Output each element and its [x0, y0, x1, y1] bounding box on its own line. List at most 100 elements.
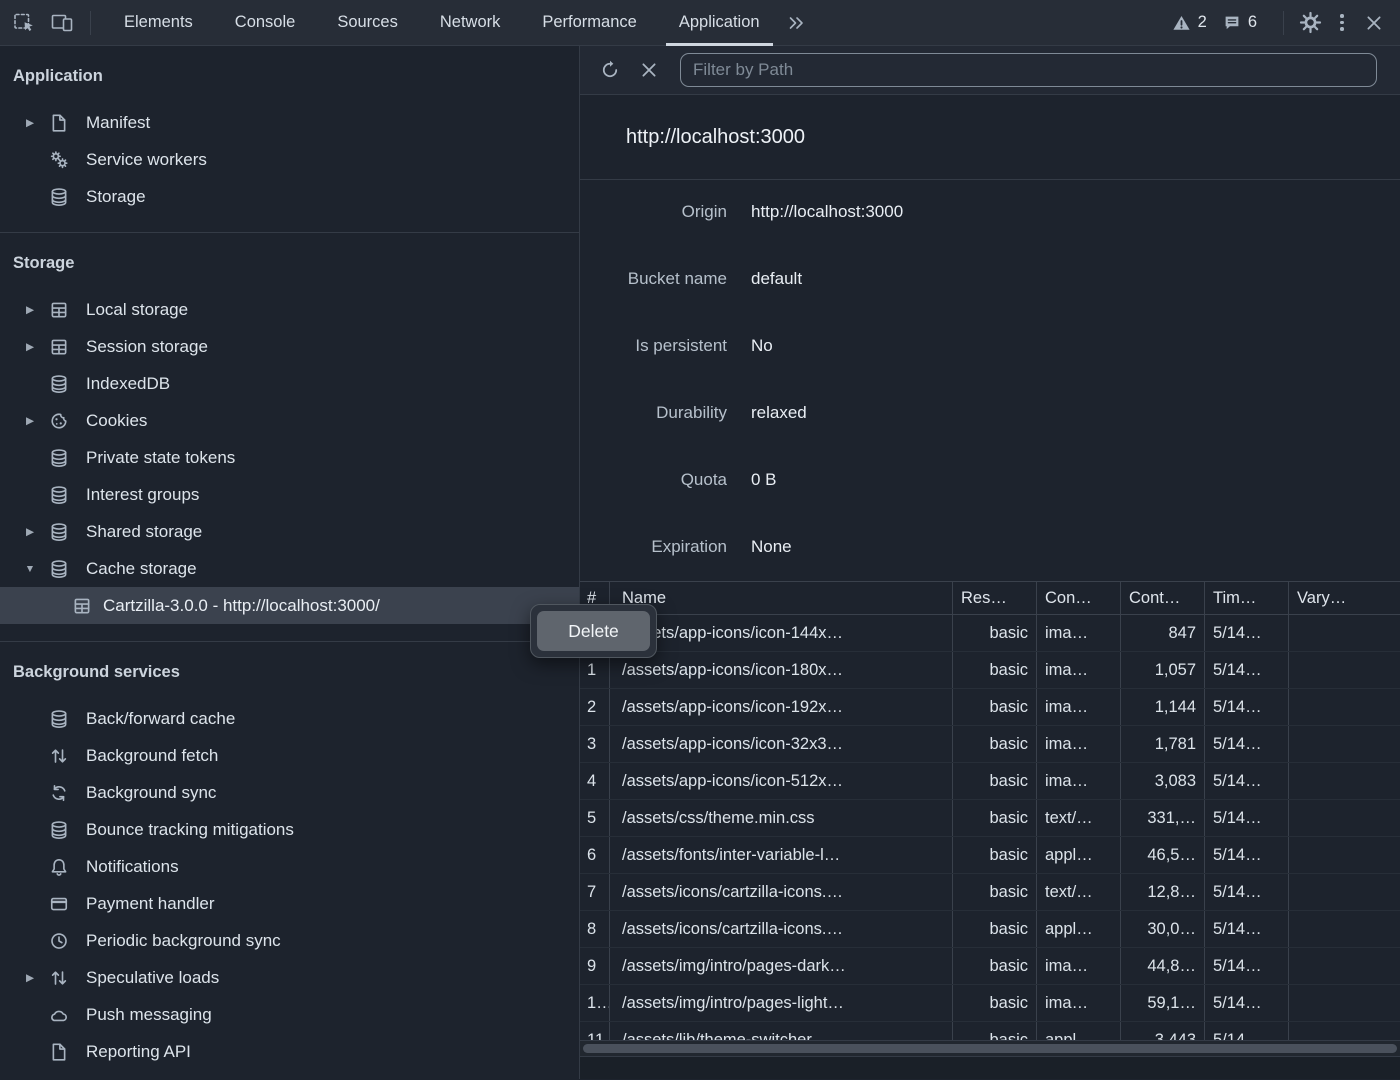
tab-console[interactable]: Console [214, 0, 317, 46]
expander-collapsed-icon[interactable]: ▶ [22, 415, 38, 427]
table-row[interactable]: 8/assets/icons/cartzilla-icons.…basicapp… [580, 911, 1400, 948]
column-header-time-cached[interactable]: Tim… [1205, 582, 1289, 614]
more-tabs-icon[interactable] [781, 7, 813, 39]
sidebar-item-periodic-background-sync[interactable]: Periodic background sync [0, 922, 579, 959]
device-toolbar-icon[interactable] [46, 7, 78, 39]
sidebar-item-interest-groups[interactable]: Interest groups [0, 476, 579, 513]
sidebar-item-session-storage[interactable]: ▶ Session storage [0, 328, 579, 365]
section-title: Storage [0, 249, 579, 277]
clock-icon [49, 931, 69, 951]
credit-card-icon [49, 894, 69, 914]
datagrid-icon [49, 337, 69, 357]
detail-row-is-persistent: Is persistent No [580, 326, 1400, 393]
expander-expanded-icon[interactable]: ▼ [22, 563, 38, 575]
settings-gear-icon[interactable] [1294, 7, 1326, 39]
expander-collapsed-icon[interactable]: ▶ [22, 304, 38, 316]
column-header-content-length[interactable]: Cont… [1121, 582, 1205, 614]
expander-collapsed-icon[interactable]: ▶ [22, 117, 38, 129]
devtools-window: Elements Console Sources Network Perform… [0, 0, 1400, 1080]
sidebar-item-speculative-loads[interactable]: ▶ Speculative loads [0, 959, 579, 996]
devtools-toolbar: Elements Console Sources Network Perform… [0, 0, 1400, 46]
inspect-element-icon[interactable] [8, 7, 40, 39]
panel-tabs: Elements Console Sources Network Perform… [103, 0, 781, 46]
up-down-arrows-icon [49, 746, 69, 766]
sync-icon [49, 783, 69, 803]
sidebar-item-indexeddb[interactable]: IndexedDB [0, 365, 579, 402]
delete-menu-item[interactable]: Delete [537, 611, 650, 651]
preview-pane [580, 1056, 1400, 1079]
expander-collapsed-icon[interactable]: ▶ [22, 526, 38, 538]
table-row[interactable]: 6/assets/fonts/inter-variable-l…basicapp… [580, 837, 1400, 874]
sidebar-item-background-fetch[interactable]: Background fetch [0, 737, 579, 774]
warnings-counter[interactable]: 2 [1172, 13, 1207, 32]
sidebar-item-manifest[interactable]: ▶ Manifest [0, 104, 579, 141]
database-icon [49, 522, 69, 542]
sidebar-item-cookies[interactable]: ▶ Cookies [0, 402, 579, 439]
sidebar-item-back-forward-cache[interactable]: Back/forward cache [0, 700, 579, 737]
database-icon [49, 820, 69, 840]
datagrid-icon [49, 300, 69, 320]
table-row[interactable]: 9/assets/img/intro/pages-dark…basicima…4… [580, 948, 1400, 985]
sidebar-item-service-workers[interactable]: Service workers [0, 141, 579, 178]
close-icon[interactable] [1358, 7, 1390, 39]
detail-row-origin: Origin http://localhost:3000 [580, 192, 1400, 259]
database-icon [49, 374, 69, 394]
detail-row-bucket-name: Bucket name default [580, 259, 1400, 326]
sidebar-item-push-messaging[interactable]: Push messaging [0, 996, 579, 1033]
cache-entries-table: # Name Res… Con… Cont… Tim… Vary… 0/asse… [580, 581, 1400, 1040]
table-row[interactable]: 3/assets/app-icons/icon-32x3…basicima…1,… [580, 726, 1400, 763]
database-icon [49, 448, 69, 468]
sidebar-item-local-storage[interactable]: ▶ Local storage [0, 291, 579, 328]
database-icon [49, 559, 69, 579]
table-row[interactable]: 0/assets/app-icons/icon-144x…basicima…84… [580, 615, 1400, 652]
filter-by-path-input[interactable] [680, 53, 1377, 87]
sidebar-section-background-services: Background services Back/forward cache B… [0, 642, 579, 1079]
sidebar-item-payment-handler[interactable]: Payment handler [0, 885, 579, 922]
database-icon [49, 485, 69, 505]
gears-icon [49, 150, 69, 170]
horizontal-scrollbar[interactable] [580, 1040, 1400, 1056]
column-header-content-type[interactable]: Con… [1037, 582, 1121, 614]
tab-network[interactable]: Network [419, 0, 522, 46]
kebab-menu-icon[interactable] [1326, 7, 1358, 39]
toolbar-divider [1283, 11, 1284, 35]
datagrid-icon [72, 596, 92, 616]
document-icon [49, 1042, 69, 1062]
table-row[interactable]: 4/assets/app-icons/icon-512x…basicima…3,… [580, 763, 1400, 800]
sidebar-item-background-sync[interactable]: Background sync [0, 774, 579, 811]
sidebar-item-private-state-tokens[interactable]: Private state tokens [0, 439, 579, 476]
sidebar-item-bounce-tracking-mitigations[interactable]: Bounce tracking mitigations [0, 811, 579, 848]
sidebar-item-reporting-api[interactable]: Reporting API [0, 1033, 579, 1070]
tab-elements[interactable]: Elements [103, 0, 214, 46]
sidebar-item-shared-storage[interactable]: ▶ Shared storage [0, 513, 579, 550]
sidebar-section-storage: Storage ▶ Local storage ▶ Session storag… [0, 233, 579, 642]
sidebar-item-storage[interactable]: Storage [0, 178, 579, 215]
refresh-icon[interactable] [597, 57, 623, 83]
tab-performance[interactable]: Performance [521, 0, 657, 46]
table-row[interactable]: 5/assets/css/theme.min.cssbasictext/…331… [580, 800, 1400, 837]
table-row[interactable]: 2/assets/app-icons/icon-192x…basicima…1,… [580, 689, 1400, 726]
table-row[interactable]: 1…/assets/img/intro/pages-light…basicima… [580, 985, 1400, 1022]
sidebar-item-cache-storage[interactable]: ▼ Cache storage [0, 550, 579, 587]
detail-row-durability: Durability relaxed [580, 393, 1400, 460]
table-row[interactable]: 1/assets/app-icons/icon-180x…basicima…1,… [580, 652, 1400, 689]
message-count: 6 [1248, 13, 1257, 32]
tab-sources[interactable]: Sources [316, 0, 419, 46]
context-menu: Delete [530, 604, 657, 658]
table-row[interactable]: 7/assets/icons/cartzilla-icons.…basictex… [580, 874, 1400, 911]
table-row-partial[interactable]: 11/assets/lib/theme-switcher…basicappl…3… [580, 1022, 1400, 1040]
scrollbar-thumb[interactable] [583, 1044, 1397, 1053]
sidebar-item-cache-cartzilla[interactable]: Cartzilla-3.0.0 - http://localhost:3000/ [0, 587, 579, 624]
sidebar-item-notifications[interactable]: Notifications [0, 848, 579, 885]
database-icon [49, 709, 69, 729]
section-title: Background services [0, 658, 579, 686]
clear-icon[interactable] [636, 57, 662, 83]
column-header-vary[interactable]: Vary… [1289, 582, 1400, 614]
column-header-response-type[interactable]: Res… [953, 582, 1037, 614]
table-header-row: # Name Res… Con… Cont… Tim… Vary… [580, 582, 1400, 615]
expander-collapsed-icon[interactable]: ▶ [22, 341, 38, 353]
expander-collapsed-icon[interactable]: ▶ [22, 972, 38, 984]
column-header-name[interactable]: Name [610, 582, 953, 614]
console-messages-counter[interactable]: 6 [1223, 13, 1257, 32]
tab-application[interactable]: Application [658, 0, 781, 46]
